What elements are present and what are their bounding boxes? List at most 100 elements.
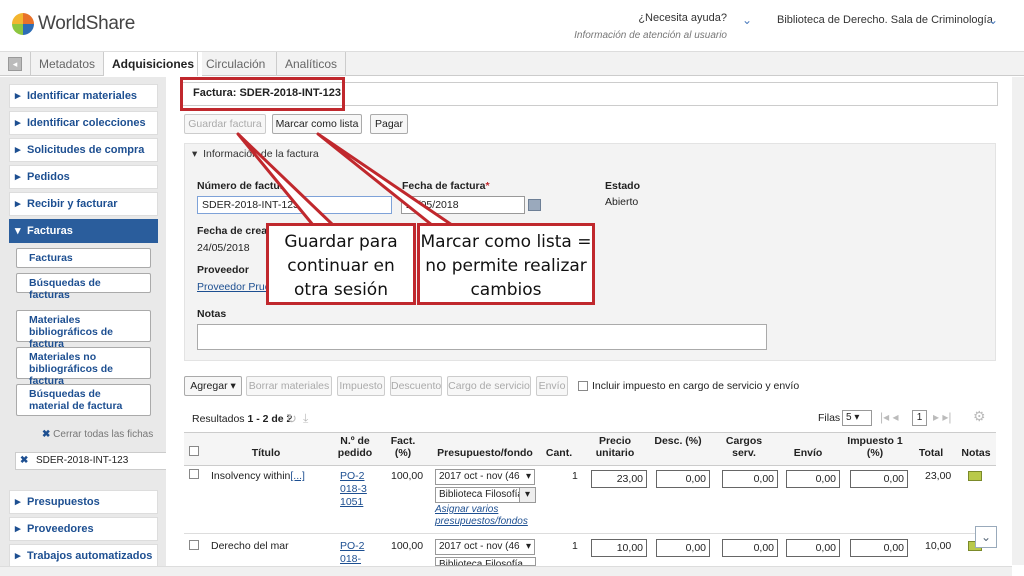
note-icon[interactable] <box>968 471 982 481</box>
help-subtitle: Información de atención al usuario <box>574 30 727 41</box>
row-service-input[interactable]: 0,00 <box>722 470 778 488</box>
last-page-icon[interactable]: ▸ ▸| <box>933 410 952 424</box>
row-checkbox[interactable] <box>189 540 199 550</box>
col-service[interactable]: Cargos serv. <box>716 435 772 459</box>
help-menu[interactable]: ¿Necesita ayuda? Información de atención… <box>574 12 727 41</box>
row-price-input[interactable]: 10,00 <box>591 539 647 557</box>
notes-textarea[interactable] <box>197 324 767 350</box>
mark-ready-callout: Marcar como lista = no permite realizar … <box>417 223 595 305</box>
mark-ready-button[interactable]: Marcar como lista <box>272 114 362 134</box>
sidebar-item-trabajos-automatizados[interactable]: Trabajos automatizados <box>9 544 158 568</box>
col-qty[interactable]: Cant. <box>542 447 576 459</box>
refresh-icon[interactable]: ↻ <box>286 411 297 427</box>
sidebar-item-proveedores[interactable]: Proveedores <box>9 517 158 541</box>
assign-budgets-link[interactable]: Asignar varios presupuestos/fondos <box>435 504 539 528</box>
title-highlight-box <box>180 77 345 111</box>
service-charge-button[interactable]: Cargo de servicio <box>447 376 531 396</box>
col-total[interactable]: Total <box>914 447 948 459</box>
row-title[interactable]: Insolvency within[...] <box>211 470 305 482</box>
col-notes[interactable]: Notas <box>958 447 994 459</box>
library-selector[interactable]: Biblioteca de Derecho. Sala de Criminolo… <box>777 14 993 26</box>
col-disc[interactable]: Desc. (%) <box>652 435 704 447</box>
row-budget-select[interactable]: 2017 oct - nov (46 ▾ <box>435 539 535 555</box>
status-label: Estado <box>605 180 641 192</box>
tax-button[interactable]: Impuesto <box>337 376 385 396</box>
settings-gear-icon[interactable]: ⚙ <box>973 408 986 425</box>
sidebar-item-pedidos[interactable]: Pedidos <box>9 165 158 189</box>
pay-button[interactable]: Pagar <box>370 114 408 134</box>
tab-metadatos[interactable]: Metadatos <box>30 52 103 76</box>
row-shipping-input[interactable]: 0,00 <box>786 470 840 488</box>
open-invoice-chip[interactable]: ✖ SDER-2018-INT-123 <box>15 452 167 470</box>
save-callout: Guardar para continuar en otra sesión <box>266 223 416 305</box>
row-checkbox[interactable] <box>189 469 199 479</box>
chip-close-icon[interactable]: ✖ <box>20 453 28 469</box>
row-fund-select[interactable]: Biblioteca Filosofía <box>435 557 536 566</box>
download-icon[interactable]: ⤓ <box>303 411 308 426</box>
select-all-checkbox[interactable] <box>189 446 199 456</box>
sidebar-item-recibir-facturar[interactable]: Recibir y facturar <box>9 192 158 216</box>
col-tax[interactable]: Impuesto 1 (%) <box>846 435 904 459</box>
include-tax-checkbox[interactable] <box>578 381 588 391</box>
close-all-tabs-label: Cerrar todas las fichas <box>53 429 154 440</box>
col-fact[interactable]: Fact. (%) <box>386 435 420 459</box>
status-value: Abierto <box>605 196 639 208</box>
worldshare-logo[interactable]: WorldShare <box>12 13 135 35</box>
save-invoice-button[interactable]: Guardar factura <box>184 114 266 134</box>
rows-per-page-select[interactable]: 5 ▾ <box>842 410 872 426</box>
row-price-input[interactable]: 23,00 <box>591 470 647 488</box>
sub-button-facturas[interactable]: Facturas <box>16 248 151 268</box>
col-budget[interactable]: Presupuesto/fondo <box>430 447 540 459</box>
tab-circulacion[interactable]: Circulación <box>197 52 273 76</box>
scroll-down-icon[interactable]: ⌄ <box>975 526 997 548</box>
row-service-input[interactable]: 0,00 <box>722 539 778 557</box>
row-budget-select[interactable]: 2017 oct - nov (46 ▾ <box>435 469 535 485</box>
vertical-scrollbar[interactable] <box>1012 77 1024 565</box>
logo-text: WorldShare <box>38 13 135 34</box>
sub-button-busquedas-facturas[interactable]: Búsquedas de facturas <box>16 273 151 301</box>
invoice-number-input[interactable]: SDER-2018-INT-123 <box>197 196 392 214</box>
close-all-tabs-link[interactable]: ✖ Cerrar todas las fichas <box>42 429 153 440</box>
discount-button[interactable]: Descuento <box>390 376 442 396</box>
col-price[interactable]: Precio unitario <box>587 435 643 459</box>
first-page-icon[interactable]: |◂ ◂ <box>880 410 899 424</box>
row-order-link[interactable]: PO-2018-31051 <box>340 470 370 509</box>
col-title[interactable]: Título <box>206 447 326 459</box>
row-title[interactable]: Derecho del mar <box>211 540 289 552</box>
col-shipping[interactable]: Envío <box>782 447 834 459</box>
row-tax-input[interactable]: 0,00 <box>850 470 908 488</box>
col-order[interactable]: N.º de pedido <box>336 435 374 459</box>
created-date-value: 24/05/2018 <box>197 242 250 254</box>
sub-button-materiales-bibliograficos[interactable]: Materiales bibliográficos de factura <box>16 310 151 350</box>
help-chevron-down-icon[interactable]: ⌄ <box>742 13 752 27</box>
chip-label: SDER-2018-INT-123 <box>36 455 129 466</box>
sidebar-item-solicitudes-compra[interactable]: Solicitudes de compra <box>9 138 158 162</box>
row-disc-input[interactable]: 0,00 <box>656 470 710 488</box>
sidebar-item-identificar-colecciones[interactable]: Identificar colecciones <box>9 111 158 135</box>
row-tax-input[interactable]: 0,00 <box>850 539 908 557</box>
page-number-input[interactable]: 1 <box>912 410 927 426</box>
library-chevron-down-icon[interactable]: ⌄ <box>988 13 998 27</box>
row-qty: 1 <box>572 470 578 482</box>
close-icon: ✖ <box>42 429 51 440</box>
horizontal-scrollbar[interactable] <box>0 566 1012 576</box>
tab-adquisiciones[interactable]: Adquisiciones <box>103 52 203 76</box>
row-shipping-input[interactable]: 0,00 <box>786 539 840 557</box>
row-order-link[interactable]: PO-2018- <box>340 540 370 566</box>
row-disc-input[interactable]: 0,00 <box>656 539 710 557</box>
sidebar-item-facturas[interactable]: Facturas <box>9 219 158 243</box>
vendor-label: Proveedor <box>197 264 249 276</box>
sub-button-materiales-no-bibliograficos[interactable]: Materiales no bibliográficos de factura <box>16 347 151 387</box>
row-fund-select[interactable]: Biblioteca Filosofía ▾ <box>435 487 536 503</box>
calendar-icon[interactable] <box>528 199 541 211</box>
shipping-button[interactable]: Envío <box>536 376 568 396</box>
invoice-info-toggle[interactable]: ▾ Información de la factura <box>192 148 319 160</box>
tab-analiticos[interactable]: Analíticos <box>276 52 347 76</box>
sub-button-busquedas-material[interactable]: Búsquedas de material de factura <box>16 384 151 416</box>
sidebar-item-identificar-materiales[interactable]: Identificar materiales <box>9 84 158 108</box>
add-dropdown-button[interactable]: Agregar ▾ <box>184 376 242 396</box>
sidebar-item-presupuestos[interactable]: Presupuestos <box>9 490 158 514</box>
collapse-sidebar-icon[interactable]: ◂ <box>8 57 22 71</box>
delete-items-button[interactable]: Borrar materiales <box>246 376 332 396</box>
invoice-date-input[interactable]: 24/05/2018 <box>401 196 525 214</box>
